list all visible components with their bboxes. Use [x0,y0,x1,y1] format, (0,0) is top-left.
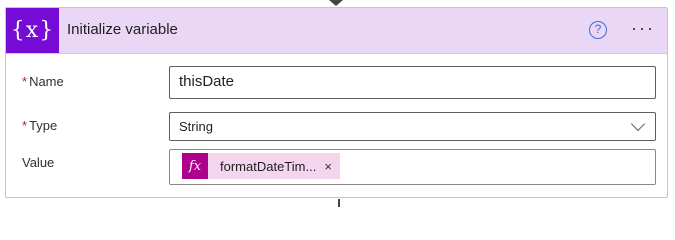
close-icon[interactable]: × [324,159,332,174]
type-dropdown[interactable]: String [169,112,656,141]
type-label-text: Type [29,118,58,133]
name-input[interactable]: thisDate [169,66,656,99]
name-label: * Name [22,74,64,89]
chevron-down-icon [630,116,646,132]
initialize-variable-card: {x} Initialize variable ? ··· * Name this… [5,7,668,198]
more-options-icon[interactable]: ··· [631,18,655,39]
expression-token[interactable]: fx formatDateTim... × [182,153,340,179]
expression-token-label: formatDateTim... [220,158,317,174]
variable-icon-glyph: {x} [10,18,55,43]
value-input[interactable]: fx formatDateTim... × [169,149,656,185]
required-marker: * [22,118,28,133]
required-marker: * [22,74,28,89]
flow-connector-line [338,199,340,207]
help-icon[interactable]: ? [589,21,607,39]
name-label-text: Name [29,74,64,89]
variable-icon: {x} [6,8,59,53]
function-icon: fx [182,153,208,179]
card-title: Initialize variable [67,21,178,38]
type-label: * Type [22,118,57,133]
flow-connector-arrow [329,0,343,6]
card-header[interactable]: {x} Initialize variable ? ··· [6,8,667,54]
type-dropdown-value: String [179,119,213,134]
value-label: Value [22,155,55,170]
